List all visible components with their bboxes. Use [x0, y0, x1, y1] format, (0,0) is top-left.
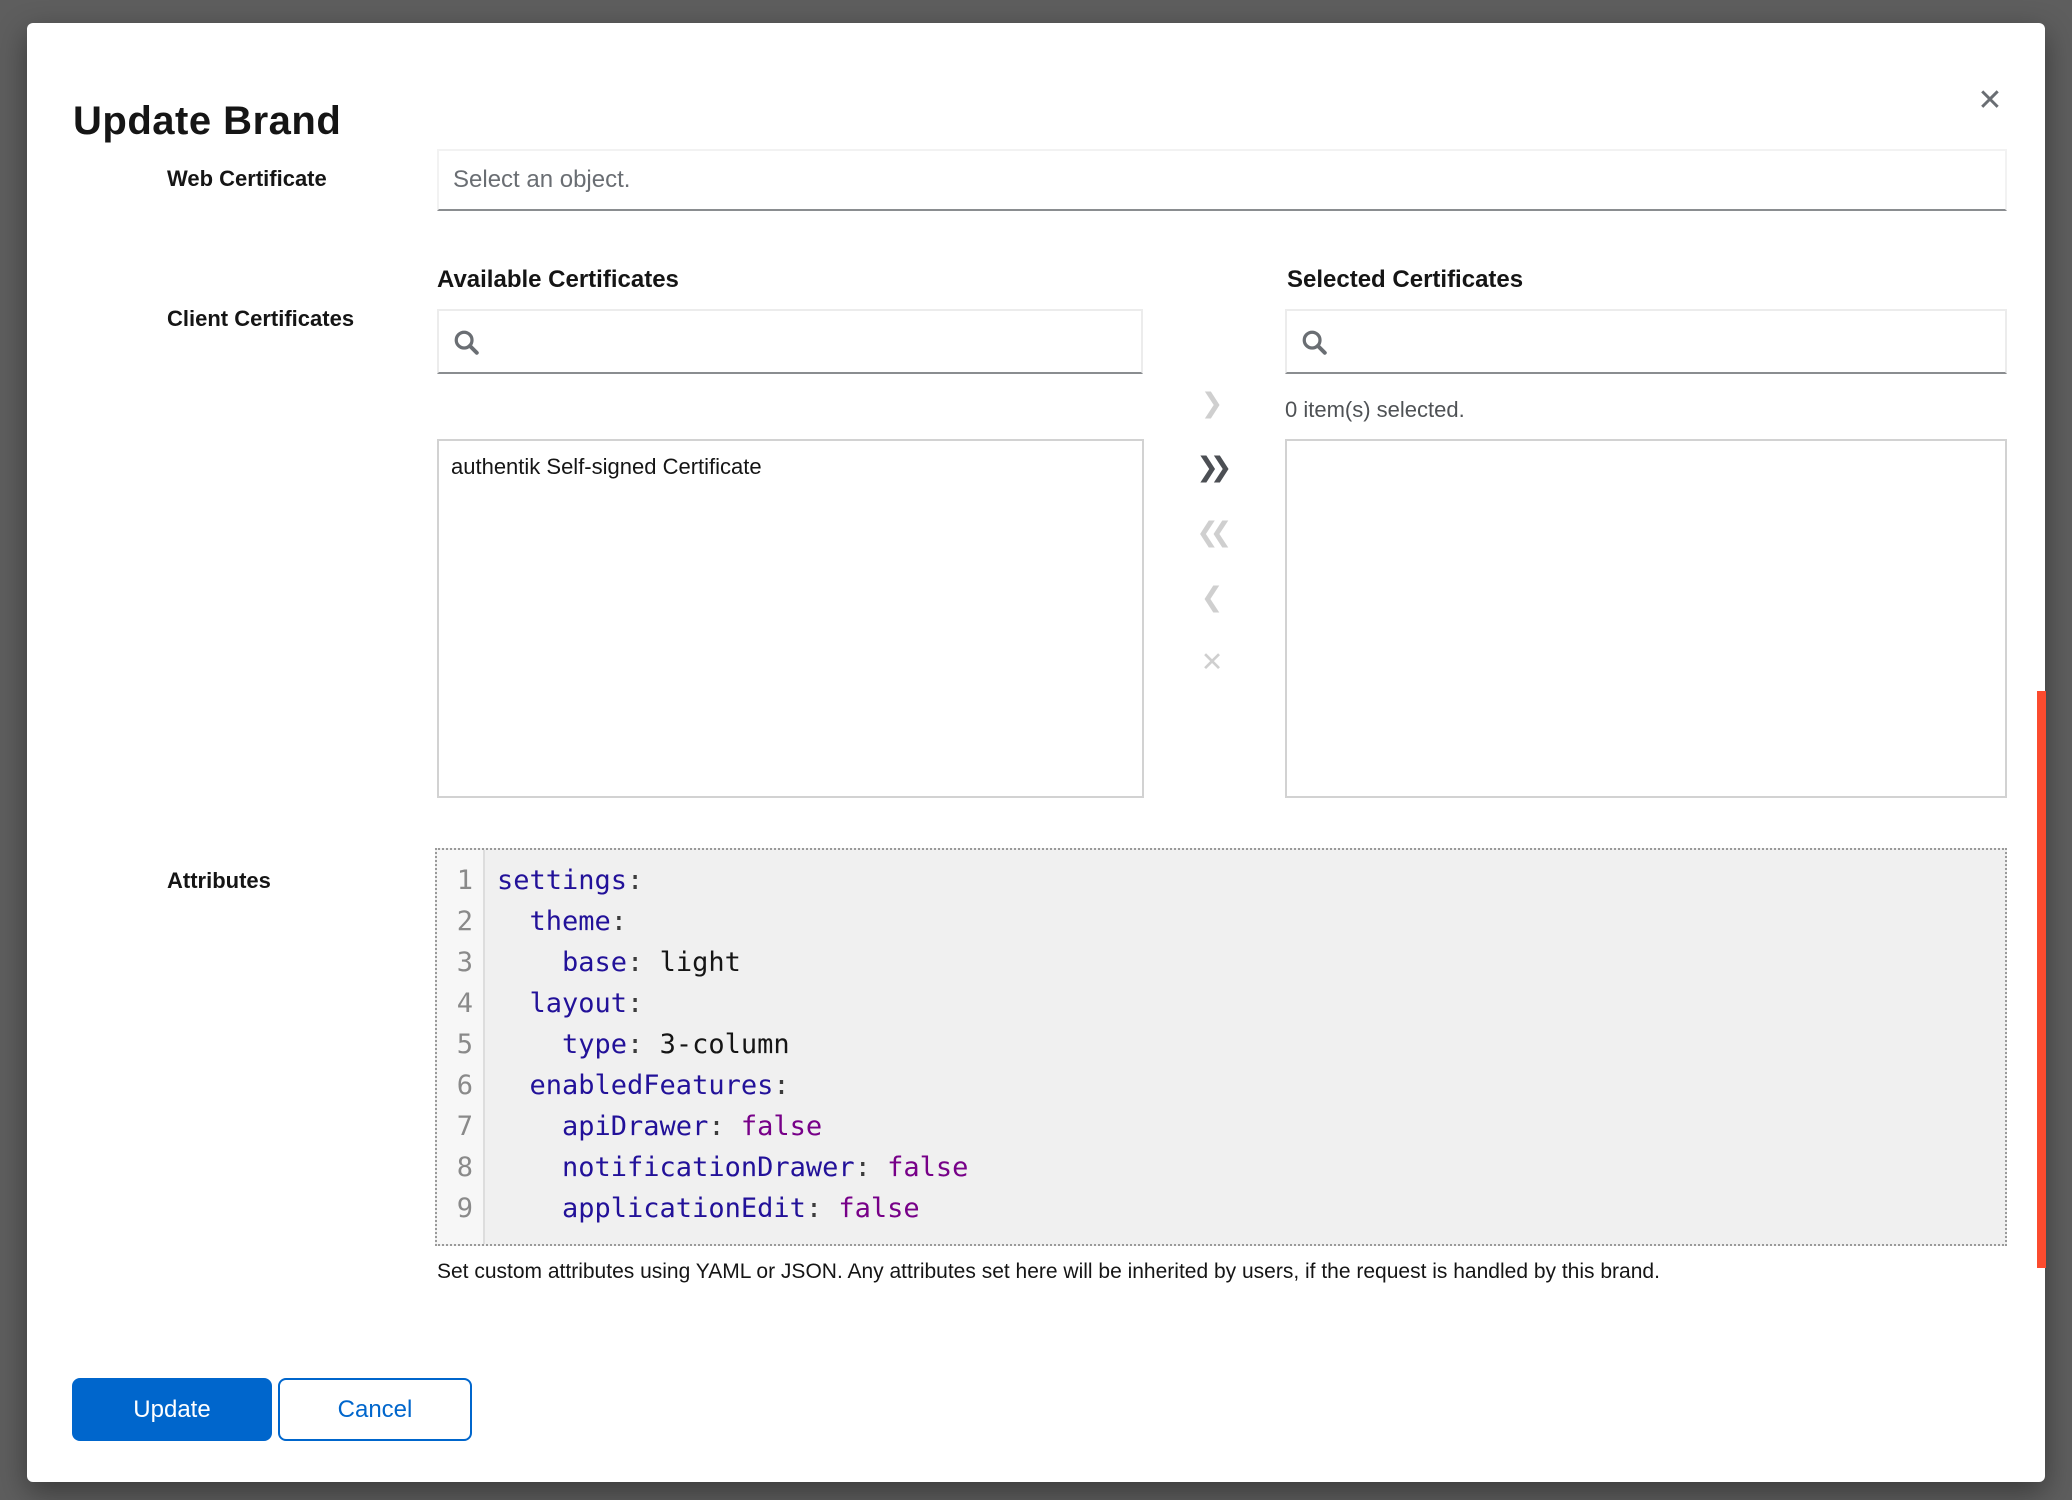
line-number: 2: [437, 901, 473, 942]
code-line: applicationEdit: false: [497, 1188, 2005, 1229]
modal-overlay: { "colors": { "accent": "#0066cc", "aler…: [0, 0, 2072, 1500]
clear-selection-button[interactable]: ✕: [1187, 637, 1237, 687]
line-number: 5: [437, 1024, 473, 1065]
available-certificates-list: authentik Self-signed Certificate: [437, 439, 1144, 798]
angle-double-left-icon: ❮❮: [1201, 517, 1223, 548]
close-icon: ✕: [1977, 83, 2002, 118]
attributes-code-editor[interactable]: 123456789 settings: theme: base: light l…: [435, 848, 2007, 1246]
selected-certificates-heading: Selected Certificates: [1287, 266, 1523, 294]
code-line: settings:: [497, 860, 2005, 901]
angle-double-right-icon: ❯❯: [1201, 452, 1223, 483]
selected-certificates-list: [1285, 439, 2007, 798]
cancel-button-label: Cancel: [338, 1396, 413, 1424]
attributes-help-text: Set custom attributes using YAML or JSON…: [437, 1260, 2007, 1284]
angle-right-icon: ❯: [1201, 388, 1224, 419]
selected-search-input[interactable]: [1339, 310, 1993, 373]
code-line: enabledFeatures:: [497, 1065, 2005, 1106]
code-lines: settings: theme: base: light layout: typ…: [485, 860, 2005, 1246]
code-line: base: light: [497, 942, 2005, 983]
code-line: theme:: [497, 901, 2005, 942]
code-line: type: 3-column: [497, 1024, 2005, 1065]
line-number: 7: [437, 1106, 473, 1147]
update-brand-modal: Update Brand ✕ Web Certificate Select an…: [27, 23, 2045, 1482]
search-icon: [1299, 327, 1329, 357]
certificate-item[interactable]: authentik Self-signed Certificate: [439, 441, 1142, 493]
line-number: 6: [437, 1065, 473, 1106]
web-certificate-placeholder: Select an object.: [453, 166, 630, 194]
add-all-button[interactable]: ❯❯: [1187, 442, 1237, 492]
close-button[interactable]: ✕: [1965, 75, 2015, 125]
line-number-gutter: 123456789: [437, 850, 485, 1246]
modal-title: Update Brand: [73, 99, 341, 143]
client-certificates-label: Client Certificates: [167, 306, 354, 332]
web-certificate-select[interactable]: Select an object.: [437, 149, 2007, 211]
clear-icon: ✕: [1201, 647, 1224, 678]
update-button[interactable]: Update: [72, 1378, 272, 1441]
selected-search-box: [1285, 309, 2007, 374]
cancel-button[interactable]: Cancel: [278, 1378, 472, 1441]
line-number: 3: [437, 942, 473, 983]
code-line: apiDrawer: false: [497, 1106, 2005, 1147]
web-certificate-label: Web Certificate: [167, 166, 327, 192]
notification-alert-bar: [2037, 691, 2046, 1268]
available-search-box: [437, 309, 1143, 374]
line-number: 8: [437, 1147, 473, 1188]
selected-count-status: 0 item(s) selected.: [1285, 397, 1465, 423]
update-button-label: Update: [133, 1396, 210, 1424]
available-certificates-heading: Available Certificates: [437, 266, 679, 294]
attributes-label: Attributes: [167, 868, 271, 894]
line-number: 1: [437, 860, 473, 901]
line-number: 9: [437, 1188, 473, 1229]
add-selected-button[interactable]: ❯: [1187, 378, 1237, 428]
angle-left-icon: ❮: [1201, 582, 1224, 613]
code-editor-body: 123456789 settings: theme: base: light l…: [437, 850, 2005, 1246]
remove-selected-button[interactable]: ❮: [1187, 572, 1237, 622]
code-line: layout:: [497, 983, 2005, 1024]
code-line: notificationDrawer: false: [497, 1147, 2005, 1188]
remove-all-button[interactable]: ❮❮: [1187, 507, 1237, 557]
available-search-input[interactable]: [491, 310, 1129, 373]
search-icon: [451, 327, 481, 357]
line-number: 4: [437, 983, 473, 1024]
